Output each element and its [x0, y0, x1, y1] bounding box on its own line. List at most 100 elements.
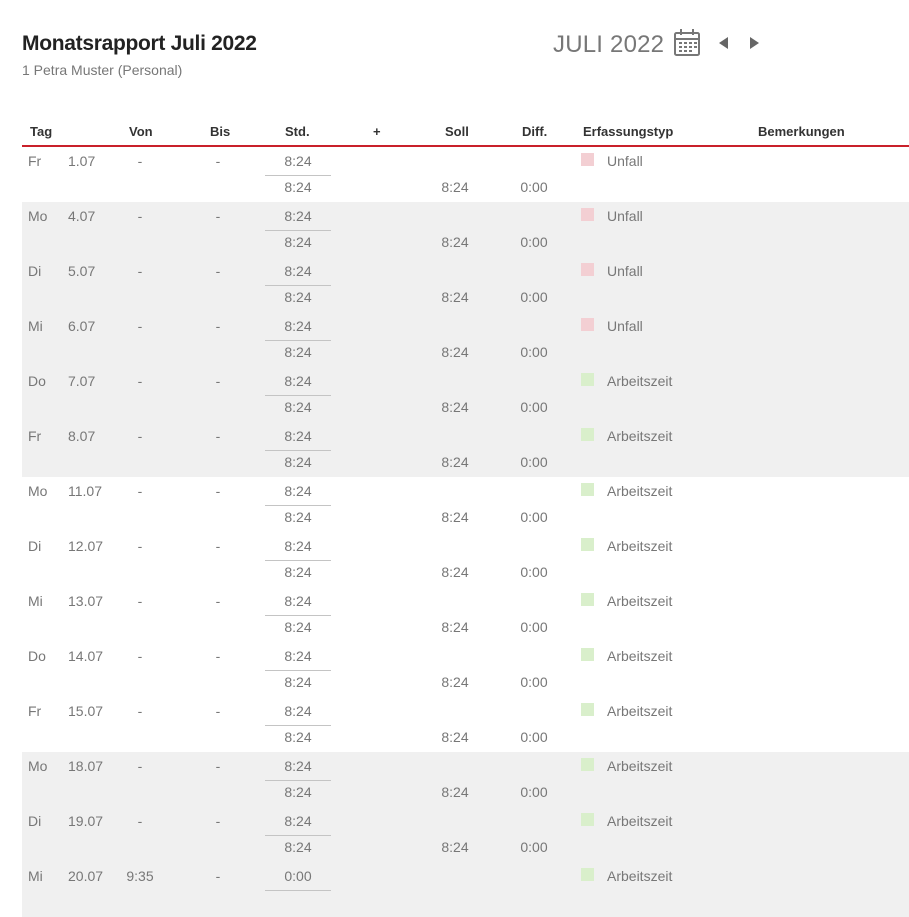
soll-cell: 8:24	[441, 674, 469, 690]
hours-cell: 8:24	[284, 428, 312, 444]
diff-cell: 0:00	[520, 674, 548, 690]
column-header-erfassungstyp[interactable]: Erfassungstyp	[583, 124, 673, 139]
diff-cell: 0:00	[520, 289, 548, 305]
date-cell: 7.07	[68, 373, 96, 389]
soll-cell: 8:24	[441, 399, 469, 415]
previous-month-button[interactable]	[716, 35, 732, 51]
hours-divider	[265, 670, 331, 671]
column-header-bemerkungen[interactable]: Bemerkungen	[758, 124, 845, 139]
weekday-cell: Fr	[28, 703, 42, 719]
bis-cell: -	[215, 868, 221, 884]
entry-type-label: Arbeitszeit	[607, 483, 673, 499]
von-cell: -	[137, 318, 143, 334]
entry-type-swatch	[581, 483, 594, 496]
table-row[interactable]: Fr 15.07 - - 8:24 8:24 8:24 0:00 Arbeitszeit	[22, 697, 909, 752]
column-header-plus[interactable]: +	[373, 124, 381, 139]
bis-cell: -	[215, 208, 221, 224]
table-row[interactable]: Di 5.07 - - 8:24 8:24 8:24 0:00 Unfall	[22, 257, 909, 312]
date-cell: 5.07	[68, 263, 96, 279]
diff-cell: 0:00	[520, 454, 548, 470]
hours-cell: 0:00	[284, 868, 312, 884]
date-cell: 20.07	[68, 868, 104, 884]
entry-type-swatch	[581, 318, 594, 331]
hours-total-cell: 8:24	[284, 729, 312, 745]
entry-type-label: Arbeitszeit	[607, 813, 673, 829]
diff-cell: 0:00	[520, 344, 548, 360]
von-cell: -	[137, 428, 143, 444]
von-cell: -	[137, 263, 143, 279]
hours-cell: 8:24	[284, 373, 312, 389]
entry-type-label: Arbeitszeit	[607, 648, 673, 664]
table-row[interactable]: Do 14.07 - - 8:24 8:24 8:24 0:00 Arbeitszeit	[22, 642, 909, 697]
weekday-cell: Mo	[28, 758, 48, 774]
table-row[interactable]: Mo 11.07 - - 8:24 8:24 8:24 0:00 Arbeitszeit	[22, 477, 909, 532]
bis-cell: -	[215, 648, 221, 664]
weekday-cell: Mi	[28, 318, 43, 334]
hours-total-cell: 8:24	[284, 344, 312, 360]
date-cell: 14.07	[68, 648, 104, 664]
table-row[interactable]: Di 19.07 - - 8:24 8:24 8:24 0:00 Arbeitszeit	[22, 807, 909, 862]
von-cell: 9:35	[126, 868, 154, 884]
calendar-icon[interactable]	[673, 28, 701, 58]
column-header-std[interactable]: Std.	[285, 124, 310, 139]
next-month-button[interactable]	[746, 35, 762, 51]
entry-type-label: Arbeitszeit	[607, 758, 673, 774]
hours-divider	[265, 340, 331, 341]
hours-total-cell: 8:24	[284, 784, 312, 800]
entry-type-swatch	[581, 593, 594, 606]
entry-type-label: Arbeitszeit	[607, 373, 673, 389]
date-cell: 11.07	[68, 483, 102, 499]
table-body: Fr 1.07 - - 8:24 8:24 8:24 0:00 Unfall Mo 4.07 - - 8:…	[22, 147, 909, 917]
soll-cell: 8:24	[441, 729, 469, 745]
table-row[interactable]: Fr 8.07 - - 8:24 8:24 8:24 0:00 Arbeitszeit	[22, 422, 909, 477]
column-header-tag[interactable]: Tag	[30, 124, 52, 139]
table-row[interactable]: Do 7.07 - - 8:24 8:24 8:24 0:00 Arbeitszeit	[22, 367, 909, 422]
hours-cell: 8:24	[284, 758, 312, 774]
table-row[interactable]: Mi 13.07 - - 8:24 8:24 8:24 0:00 Arbeitszeit	[22, 587, 909, 642]
table-row[interactable]: Mo 4.07 - - 8:24 8:24 8:24 0:00 Unfall	[22, 202, 909, 257]
column-header-bis[interactable]: Bis	[210, 124, 230, 139]
column-header-von[interactable]: Von	[129, 124, 153, 139]
triangle-left-icon	[719, 37, 728, 49]
bis-cell: -	[215, 703, 221, 719]
weekday-cell: Di	[28, 813, 42, 829]
date-cell: 6.07	[68, 318, 96, 334]
entry-type-label: Arbeitszeit	[607, 868, 673, 884]
column-header-soll[interactable]: Soll	[445, 124, 469, 139]
weekday-cell: Di	[28, 263, 42, 279]
weekday-cell: Mi	[28, 868, 43, 884]
entry-type-swatch	[581, 648, 594, 661]
table-row[interactable]: Mo 18.07 - - 8:24 8:24 8:24 0:00 Arbeitszeit	[22, 752, 909, 807]
entry-type-swatch	[581, 703, 594, 716]
entry-type-swatch	[581, 758, 594, 771]
weekday-cell: Fr	[28, 428, 42, 444]
hours-cell: 8:24	[284, 648, 312, 664]
table-row[interactable]: Mi 6.07 - - 8:24 8:24 8:24 0:00 Unfall	[22, 312, 909, 367]
table-row[interactable]: Mi 20.07 9:35 - 0:00 Arbeitszeit	[22, 862, 909, 917]
bis-cell: -	[215, 263, 221, 279]
table-row[interactable]: Di 12.07 - - 8:24 8:24 8:24 0:00 Arbeitszeit	[22, 532, 909, 587]
hours-cell: 8:24	[284, 263, 312, 279]
soll-cell: 8:24	[441, 784, 469, 800]
hours-divider	[265, 175, 331, 176]
hours-total-cell: 8:24	[284, 839, 312, 855]
entry-type-label: Arbeitszeit	[607, 703, 673, 719]
entry-type-label: Arbeitszeit	[607, 538, 673, 554]
hours-divider	[265, 615, 331, 616]
von-cell: -	[137, 593, 143, 609]
entry-type-swatch	[581, 263, 594, 276]
bis-cell: -	[215, 758, 221, 774]
hours-divider	[265, 560, 331, 561]
hours-total-cell: 8:24	[284, 674, 312, 690]
table-row[interactable]: Fr 1.07 - - 8:24 8:24 8:24 0:00 Unfall	[22, 147, 909, 202]
hours-cell: 8:24	[284, 593, 312, 609]
hours-total-cell: 8:24	[284, 179, 312, 195]
soll-cell: 8:24	[441, 234, 469, 250]
column-header-diff[interactable]: Diff.	[522, 124, 547, 139]
current-month-label: JULI 2022	[553, 31, 665, 58]
diff-cell: 0:00	[520, 509, 548, 525]
hours-divider	[265, 395, 331, 396]
entry-type-swatch	[581, 208, 594, 221]
soll-cell: 8:24	[441, 564, 469, 580]
hours-total-cell: 8:24	[284, 234, 312, 250]
